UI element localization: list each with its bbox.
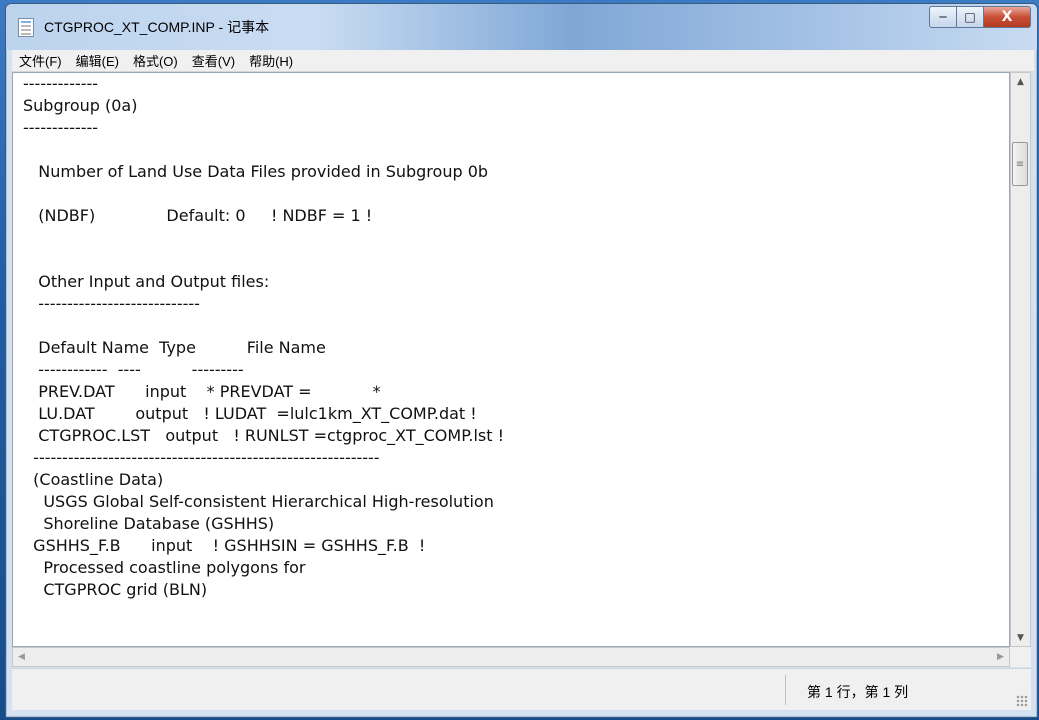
text-line[interactable]: Default Name Type File Name — [23, 337, 1009, 359]
editor-content[interactable]: ------------- Subgroup (0a) ------------- … — [23, 73, 1009, 601]
text-line[interactable]: Number of Land Use Data Files provided i… — [23, 161, 1009, 183]
text-line[interactable]: ------------- — [23, 117, 1009, 139]
scrollbar-corner — [1010, 647, 1031, 667]
resize-grip-icon[interactable] — [1016, 695, 1028, 707]
scroll-up-arrow-icon[interactable]: ▲ — [1011, 73, 1030, 90]
status-bar: 第 1 行，第 1 列 — [12, 668, 1031, 710]
text-line[interactable]: LU.DAT output ! LUDAT =lulc1km_XT_COMP.d… — [23, 403, 1009, 425]
text-line[interactable]: Shoreline Database (GSHHS) — [23, 513, 1009, 535]
close-button[interactable]: X — [984, 6, 1031, 28]
title-bar[interactable]: CTGPROC_XT_COMP.INP - 记事本 ─ □ X — [6, 4, 1037, 50]
vertical-scrollbar[interactable]: ▲ ≡ ▼ — [1010, 72, 1031, 647]
menu-bar: 文件(F) 编辑(E) 格式(O) 查看(V) 帮助(H) — [12, 50, 1034, 72]
menu-help[interactable]: 帮助(H) — [242, 51, 300, 70]
text-line[interactable] — [23, 139, 1009, 161]
vertical-scroll-thumb[interactable]: ≡ — [1012, 142, 1028, 186]
text-line[interactable]: GSHHS_F.B input ! GSHHSIN = GSHHS_F.B ! — [23, 535, 1009, 557]
scroll-grip-icon: ≡ — [1015, 158, 1025, 170]
scroll-left-arrow-icon[interactable]: ◀ — [13, 648, 30, 666]
text-line[interactable]: ----------------------------------------… — [23, 447, 1009, 469]
notepad-app-icon[interactable] — [18, 18, 34, 37]
scroll-right-arrow-icon[interactable]: ▶ — [992, 648, 1009, 666]
text-editor[interactable]: ------------- Subgroup (0a) ------------- … — [12, 72, 1010, 647]
window-title: CTGPROC_XT_COMP.INP - 记事本 — [44, 19, 270, 35]
text-line[interactable] — [23, 227, 1009, 249]
status-divider — [785, 675, 786, 705]
text-line[interactable]: USGS Global Self-consistent Hierarchical… — [23, 491, 1009, 513]
text-line[interactable]: ---------------------------- — [23, 293, 1009, 315]
horizontal-scrollbar[interactable]: ◀ ▶ — [12, 647, 1010, 667]
minimize-button[interactable]: ─ — [929, 6, 957, 28]
text-line[interactable]: ------------ ---- --------- — [23, 359, 1009, 381]
text-line[interactable]: (Coastline Data) — [23, 469, 1009, 491]
caption-buttons: ─ □ X — [929, 6, 1031, 30]
text-line[interactable]: (NDBF) Default: 0 ! NDBF = 1 ! — [23, 205, 1009, 227]
menu-format[interactable]: 格式(O) — [126, 51, 185, 70]
menu-file[interactable]: 文件(F) — [12, 51, 69, 70]
text-line[interactable]: ------------- — [23, 73, 1009, 95]
maximize-button[interactable]: □ — [957, 6, 984, 28]
text-line[interactable] — [23, 183, 1009, 205]
menu-view[interactable]: 查看(V) — [185, 51, 242, 70]
text-line[interactable]: Other Input and Output files: — [23, 271, 1009, 293]
text-line[interactable]: CTGPROC.LST output ! RUNLST =ctgproc_XT_… — [23, 425, 1009, 447]
text-line[interactable] — [23, 249, 1009, 271]
menu-edit[interactable]: 编辑(E) — [69, 51, 126, 70]
text-line[interactable] — [23, 315, 1009, 337]
text-line[interactable]: PREV.DAT input * PREVDAT = * — [23, 381, 1009, 403]
scroll-down-arrow-icon[interactable]: ▼ — [1011, 629, 1030, 646]
cursor-position: 第 1 行，第 1 列 — [807, 684, 909, 700]
text-line[interactable]: Subgroup (0a) — [23, 95, 1009, 117]
text-line[interactable]: CTGPROC grid (BLN) — [23, 579, 1009, 601]
text-line[interactable]: Processed coastline polygons for — [23, 557, 1009, 579]
